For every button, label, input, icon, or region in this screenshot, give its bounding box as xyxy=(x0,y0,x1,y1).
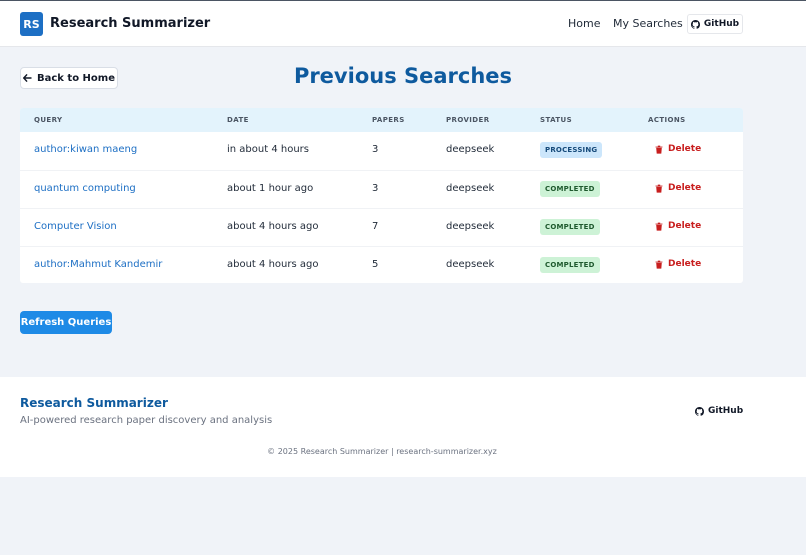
query-link[interactable]: author:Mahmut Kandemir xyxy=(34,259,162,270)
trash-icon xyxy=(655,260,663,269)
column-header-date: DATE xyxy=(227,116,249,124)
nav-my-searches-link[interactable]: My Searches xyxy=(613,17,683,30)
papers-cell: 3 xyxy=(372,183,379,194)
back-label: Back to Home xyxy=(36,72,115,84)
papers-cell: 5 xyxy=(372,259,379,270)
delete-button[interactable]: Delete xyxy=(655,144,701,154)
brand-name[interactable]: Research Summarizer xyxy=(50,16,210,31)
refresh-queries-button[interactable]: Refresh Queries xyxy=(20,311,112,334)
provider-cell: deepseek xyxy=(446,221,495,232)
date-cell: in about 4 hours xyxy=(227,144,309,155)
column-header-papers: PAPERS xyxy=(372,116,405,124)
nav-home-link[interactable]: Home xyxy=(568,17,600,30)
delete-label: Delete xyxy=(668,221,702,231)
footer: Research Summarizer AI-powered research … xyxy=(0,377,806,477)
copyright: © 2025 Research Summarizer | research-su… xyxy=(267,447,497,456)
delete-label: Delete xyxy=(668,259,702,269)
table-row: quantum computing about 1 hour ago 3 dee… xyxy=(20,170,743,208)
query-link[interactable]: author:kiwan maeng xyxy=(34,144,137,155)
status-badge: COMPLETED xyxy=(540,181,600,197)
footer-title: Research Summarizer xyxy=(20,396,168,410)
table-header: QUERY DATE PAPERS PROVIDER STATUS ACTION… xyxy=(20,108,743,132)
footer-github-label: GitHub xyxy=(708,406,744,416)
delete-label: Delete xyxy=(668,183,702,193)
provider-cell: deepseek xyxy=(446,144,495,155)
top-navbar: RS Research Summarizer Home My Searches … xyxy=(0,0,806,47)
back-to-home-button[interactable]: Back to Home xyxy=(20,67,118,89)
page-title: Previous Searches xyxy=(293,64,513,88)
footer-subtitle: AI-powered research paper discovery and … xyxy=(20,415,273,426)
table-row: author:kiwan maeng in about 4 hours 3 de… xyxy=(20,132,743,170)
github-icon xyxy=(695,406,704,416)
delete-button[interactable]: Delete xyxy=(655,183,701,193)
searches-table: QUERY DATE PAPERS PROVIDER STATUS ACTION… xyxy=(20,108,743,283)
status-badge: COMPLETED xyxy=(540,219,600,235)
papers-cell: 3 xyxy=(372,144,379,155)
date-cell: about 4 hours ago xyxy=(227,259,319,270)
query-link[interactable]: Computer Vision xyxy=(34,221,117,232)
papers-cell: 7 xyxy=(372,221,379,232)
table-row: Computer Vision about 4 hours ago 7 deep… xyxy=(20,208,743,246)
column-header-query: QUERY xyxy=(34,116,63,124)
github-icon xyxy=(690,19,700,29)
status-badge: COMPLETED xyxy=(540,257,600,273)
trash-icon xyxy=(655,184,663,193)
trash-icon xyxy=(655,222,663,231)
arrow-left-icon xyxy=(22,74,32,82)
provider-cell: deepseek xyxy=(446,183,495,194)
column-header-status: STATUS xyxy=(540,116,573,124)
logo[interactable]: RS xyxy=(20,12,43,36)
provider-cell: deepseek xyxy=(446,259,495,270)
query-link[interactable]: quantum computing xyxy=(34,183,136,194)
status-badge: PROCESSING xyxy=(540,142,603,158)
delete-button[interactable]: Delete xyxy=(655,259,701,269)
github-button[interactable]: GitHub xyxy=(687,14,743,34)
table-row: author:Mahmut Kandemir about 4 hours ago… xyxy=(20,246,743,283)
delete-button[interactable]: Delete xyxy=(655,221,701,231)
footer-github-link[interactable]: GitHub xyxy=(695,406,743,416)
trash-icon xyxy=(655,145,663,154)
date-cell: about 4 hours ago xyxy=(227,221,319,232)
column-header-actions: ACTIONS xyxy=(648,116,686,124)
date-cell: about 1 hour ago xyxy=(227,183,314,194)
delete-label: Delete xyxy=(668,144,702,154)
github-label: GitHub xyxy=(703,19,740,29)
column-header-provider: PROVIDER xyxy=(446,116,490,124)
